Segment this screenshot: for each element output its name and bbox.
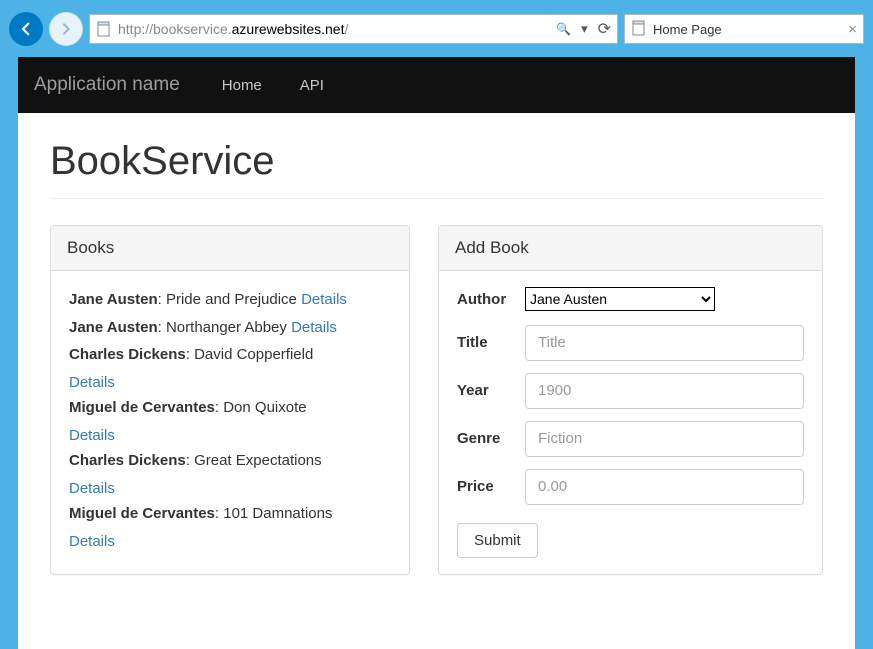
book-item: Miguel de Cervantes: Don Quixote	[69, 395, 391, 421]
books-panel: Books Jane Austen: Pride and Prejudice D…	[50, 225, 410, 575]
tab-close-button[interactable]: ×	[848, 21, 857, 38]
address-bar[interactable]: http://bookservice.azurewebsites.net/ 🔍 …	[89, 14, 618, 44]
book-author: Miguel de Cervantes	[69, 399, 215, 416]
add-book-panel: Add Book Author Jane Austen Title	[438, 225, 823, 575]
book-author: Jane Austen	[69, 291, 158, 308]
year-input[interactable]	[525, 373, 804, 409]
book-item: Charles Dickens: David Copperfield	[69, 342, 391, 368]
year-label: Year	[457, 378, 515, 404]
book-item: Charles Dickens: Great Expectations	[69, 448, 391, 474]
book-title: : David Copperfield	[186, 346, 314, 363]
book-author: Miguel de Cervantes	[69, 505, 215, 522]
book-title: : 101 Damnations	[215, 505, 333, 522]
details-link[interactable]: Details	[291, 319, 337, 336]
search-icon[interactable]: 🔍	[556, 22, 571, 36]
url-text: http://bookservice.azurewebsites.net/	[118, 21, 550, 37]
author-label: Author	[457, 287, 515, 313]
price-input[interactable]	[525, 469, 804, 505]
books-panel-heading: Books	[51, 226, 409, 271]
book-title: : Pride and Prejudice	[158, 291, 301, 308]
nav-link-home[interactable]: Home	[212, 77, 272, 94]
book-item: Miguel de Cervantes: 101 Damnations	[69, 501, 391, 527]
site-navbar: Application name Home API	[18, 57, 855, 113]
submit-button[interactable]: Submit	[457, 523, 538, 558]
book-item: Jane Austen: Northanger Abbey Details	[69, 315, 391, 341]
title-input[interactable]	[525, 325, 804, 361]
details-link[interactable]: Details	[69, 423, 391, 449]
page-title: BookService	[50, 139, 823, 184]
details-link[interactable]: Details	[301, 291, 347, 308]
genre-input[interactable]	[525, 421, 804, 457]
book-title: : Great Expectations	[186, 452, 322, 469]
tab-title: Home Page	[653, 22, 722, 37]
page-viewport: Application name Home API BookService Bo…	[18, 57, 855, 649]
dropdown-icon[interactable]: ▾	[581, 21, 588, 37]
browser-tab[interactable]: Home Page ×	[624, 14, 864, 44]
title-label: Title	[457, 330, 515, 356]
refresh-icon[interactable]: ⟳	[598, 19, 611, 39]
add-book-panel-heading: Add Book	[439, 226, 822, 271]
book-author: Charles Dickens	[69, 346, 186, 363]
book-item: Jane Austen: Pride and Prejudice Details	[69, 287, 391, 313]
details-link[interactable]: Details	[69, 529, 391, 555]
browser-chrome: http://bookservice.azurewebsites.net/ 🔍 …	[0, 0, 873, 649]
page-icon	[96, 21, 112, 37]
book-author: Charles Dickens	[69, 452, 186, 469]
details-link[interactable]: Details	[69, 476, 391, 502]
price-label: Price	[457, 474, 515, 500]
nav-link-api[interactable]: API	[290, 77, 334, 94]
back-button[interactable]	[9, 12, 43, 46]
browser-toolbar: http://bookservice.azurewebsites.net/ 🔍 …	[9, 9, 864, 49]
details-link[interactable]: Details	[69, 370, 391, 396]
forward-button[interactable]	[49, 12, 83, 46]
book-title: : Northanger Abbey	[158, 319, 291, 336]
divider	[50, 198, 823, 199]
book-author: Jane Austen	[69, 319, 158, 336]
navbar-brand[interactable]: Application name	[34, 74, 180, 96]
genre-label: Genre	[457, 426, 515, 452]
author-select[interactable]: Jane Austen	[525, 287, 715, 311]
book-title: : Don Quixote	[215, 399, 307, 416]
page-icon	[631, 20, 647, 39]
